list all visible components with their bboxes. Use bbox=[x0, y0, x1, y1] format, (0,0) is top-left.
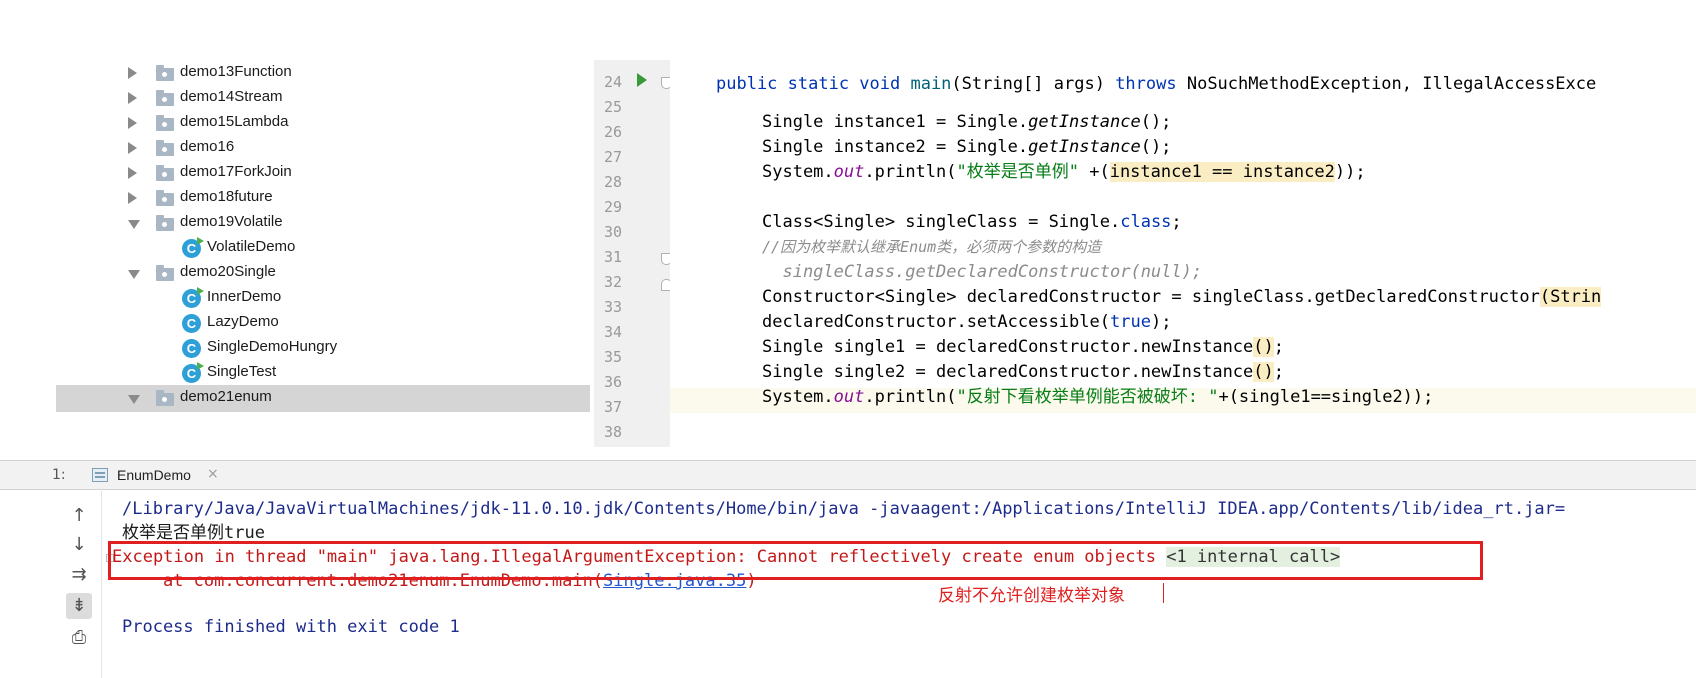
annotation-highlight-box bbox=[108, 541, 1483, 580]
tree-item-demo17forkjoin[interactable]: demo17ForkJoin bbox=[56, 160, 590, 187]
print-icon[interactable]: ⎙ bbox=[66, 625, 92, 651]
tab-enumdemo[interactable]: EnumDemo × bbox=[90, 461, 228, 490]
line-number: 25 bbox=[604, 98, 623, 116]
code-line-36: Single single2 = declaredConstructor.new… bbox=[762, 362, 1285, 382]
tree-item-label: demo14Stream bbox=[180, 88, 283, 105]
line-number: 34 bbox=[604, 323, 623, 341]
code-line-27: Single instance2 = Single.getInstance(); bbox=[762, 137, 1172, 157]
tree-item-label: demo15Lambda bbox=[180, 113, 289, 130]
tree-item-label: demo16 bbox=[180, 138, 235, 155]
runnable-class-icon: C bbox=[182, 362, 204, 383]
tree-item-singletest[interactable]: C SingleTest bbox=[56, 360, 590, 387]
run-main-gutter-icon[interactable] bbox=[637, 73, 647, 87]
console-exit-line: Process finished with exit code 1 bbox=[122, 617, 460, 637]
tree-item-demo20single[interactable]: demo20Single bbox=[56, 260, 590, 287]
class-icon: C bbox=[182, 339, 201, 358]
tree-item-demo19volatile[interactable]: demo19Volatile bbox=[56, 210, 590, 237]
console-output[interactable]: /Library/Java/JavaVirtualMachines/jdk-11… bbox=[102, 491, 1696, 678]
tree-item-label: demo20Single bbox=[180, 263, 276, 280]
runnable-class-icon: C bbox=[182, 287, 204, 308]
tree-item-singledemohungry[interactable]: C SingleDemoHungry bbox=[56, 335, 590, 362]
tree-item-label: demo13Function bbox=[180, 63, 292, 80]
tree-item-label: demo19Volatile bbox=[180, 213, 283, 230]
tree-item-label: SingleTest bbox=[207, 363, 277, 380]
tree-item-label: VolatileDemo bbox=[207, 238, 296, 255]
line-number: 32 bbox=[604, 273, 623, 291]
expand-arrow-icon[interactable] bbox=[128, 117, 137, 129]
tree-item-demo14stream[interactable]: demo14Stream bbox=[56, 85, 590, 112]
package-folder-icon bbox=[156, 190, 174, 206]
expand-arrow-icon[interactable] bbox=[128, 142, 137, 154]
arrow-down-icon[interactable]: ↓ bbox=[66, 532, 92, 558]
scroll-to-end-icon[interactable]: ⇟ bbox=[66, 593, 92, 619]
line-number: 33 bbox=[604, 298, 623, 316]
runnable-class-icon: C bbox=[182, 237, 204, 258]
line-number: 30 bbox=[604, 223, 623, 241]
collapse-arrow-icon[interactable] bbox=[128, 395, 140, 404]
line-number: 35 bbox=[604, 348, 623, 366]
tree-item-demo16[interactable]: demo16 bbox=[56, 135, 590, 162]
code-line-31: //因为枚举默认继承Enum类，必须两个参数的构造 bbox=[762, 238, 1102, 256]
tree-item-volatiledemo[interactable]: C VolatileDemo bbox=[56, 235, 590, 262]
code-line-30: Class<Single> singleClass = Single.class… bbox=[762, 212, 1182, 232]
expand-arrow-icon[interactable] bbox=[128, 92, 137, 104]
tree-item-label: LazyDemo bbox=[207, 313, 279, 330]
code-line-34: declaredConstructor.setAccessible(true); bbox=[762, 312, 1172, 332]
close-icon[interactable]: × bbox=[207, 466, 219, 482]
tree-item-demo13function[interactable]: demo13Function bbox=[56, 60, 590, 87]
code-line-26: Single instance1 = Single.getInstance(); bbox=[762, 112, 1172, 132]
expand-arrow-icon[interactable] bbox=[128, 67, 137, 79]
collapse-arrow-icon[interactable] bbox=[128, 220, 140, 229]
tree-item-label: demo21enum bbox=[180, 388, 272, 405]
collapse-arrow-icon[interactable] bbox=[128, 270, 140, 279]
line-number: 27 bbox=[604, 148, 623, 166]
run-tab-bar: 1: EnumDemo × bbox=[0, 460, 1696, 490]
tree-item-innerdemo[interactable]: C InnerDemo bbox=[56, 285, 590, 312]
annotation-text: 反射不允许创建枚举对象 bbox=[938, 586, 1125, 606]
package-folder-icon bbox=[156, 65, 174, 81]
soft-wrap-icon[interactable]: ⇉ bbox=[66, 562, 92, 588]
code-line-32: singleClass.getDeclaredConstructor(null)… bbox=[762, 262, 1203, 282]
tree-item-label: demo17ForkJoin bbox=[180, 163, 292, 180]
text-caret bbox=[1163, 583, 1164, 603]
tree-item-lazydemo[interactable]: C LazyDemo bbox=[56, 310, 590, 337]
package-folder-icon bbox=[156, 140, 174, 156]
arrow-up-icon[interactable]: ↑ bbox=[66, 503, 92, 529]
tab-label: EnumDemo bbox=[117, 467, 191, 483]
project-tree: demo13Function demo14Stream demo15Lambda… bbox=[56, 60, 590, 447]
package-folder-icon bbox=[156, 215, 174, 231]
console-command-line: /Library/Java/JavaVirtualMachines/jdk-11… bbox=[122, 499, 1566, 519]
tree-item-label: InnerDemo bbox=[207, 288, 282, 305]
tree-item-demo15lambda[interactable]: demo15Lambda bbox=[56, 110, 590, 137]
line-number: 26 bbox=[604, 123, 623, 141]
code-line-37: System.out.println("反射下看枚举单例能否被破坏: "+(si… bbox=[762, 387, 1434, 407]
tree-item-label: SingleDemoHungry bbox=[207, 338, 338, 355]
package-folder-icon bbox=[156, 115, 174, 131]
code-line-35: Single single1 = declaredConstructor.new… bbox=[762, 337, 1285, 357]
run-window-prefix: 1: bbox=[52, 467, 66, 483]
console-tab-icon bbox=[92, 468, 108, 482]
run-toolbar: ↑ ↓ ⇉ ⇟ ⎙ bbox=[56, 491, 102, 678]
line-number: 31 bbox=[604, 248, 623, 266]
code-line-24: public static void main(String[] args) t… bbox=[716, 74, 1597, 94]
code-editor[interactable]: public static void main(String[] args) t… bbox=[670, 60, 1696, 447]
line-number: 28 bbox=[604, 173, 623, 191]
tree-item-demo21enum[interactable]: demo21enum bbox=[56, 385, 590, 412]
line-number: 36 bbox=[604, 373, 623, 391]
package-folder-icon bbox=[156, 265, 174, 281]
code-line-33: Constructor<Single> declaredConstructor … bbox=[762, 287, 1602, 307]
package-folder-icon bbox=[156, 165, 174, 181]
tree-item-demo18future[interactable]: demo18future bbox=[56, 185, 590, 212]
line-number: 29 bbox=[604, 198, 623, 216]
expand-arrow-icon[interactable] bbox=[128, 167, 137, 179]
package-folder-icon bbox=[156, 390, 174, 406]
code-line-28: System.out.println("枚举是否单例" +(instance1 … bbox=[762, 162, 1366, 182]
line-number: 37 bbox=[604, 398, 623, 416]
tree-item-label: demo18future bbox=[180, 188, 273, 205]
line-number: 38 bbox=[604, 423, 623, 441]
class-icon: C bbox=[182, 314, 201, 333]
expand-arrow-icon[interactable] bbox=[128, 192, 137, 204]
package-folder-icon bbox=[156, 90, 174, 106]
